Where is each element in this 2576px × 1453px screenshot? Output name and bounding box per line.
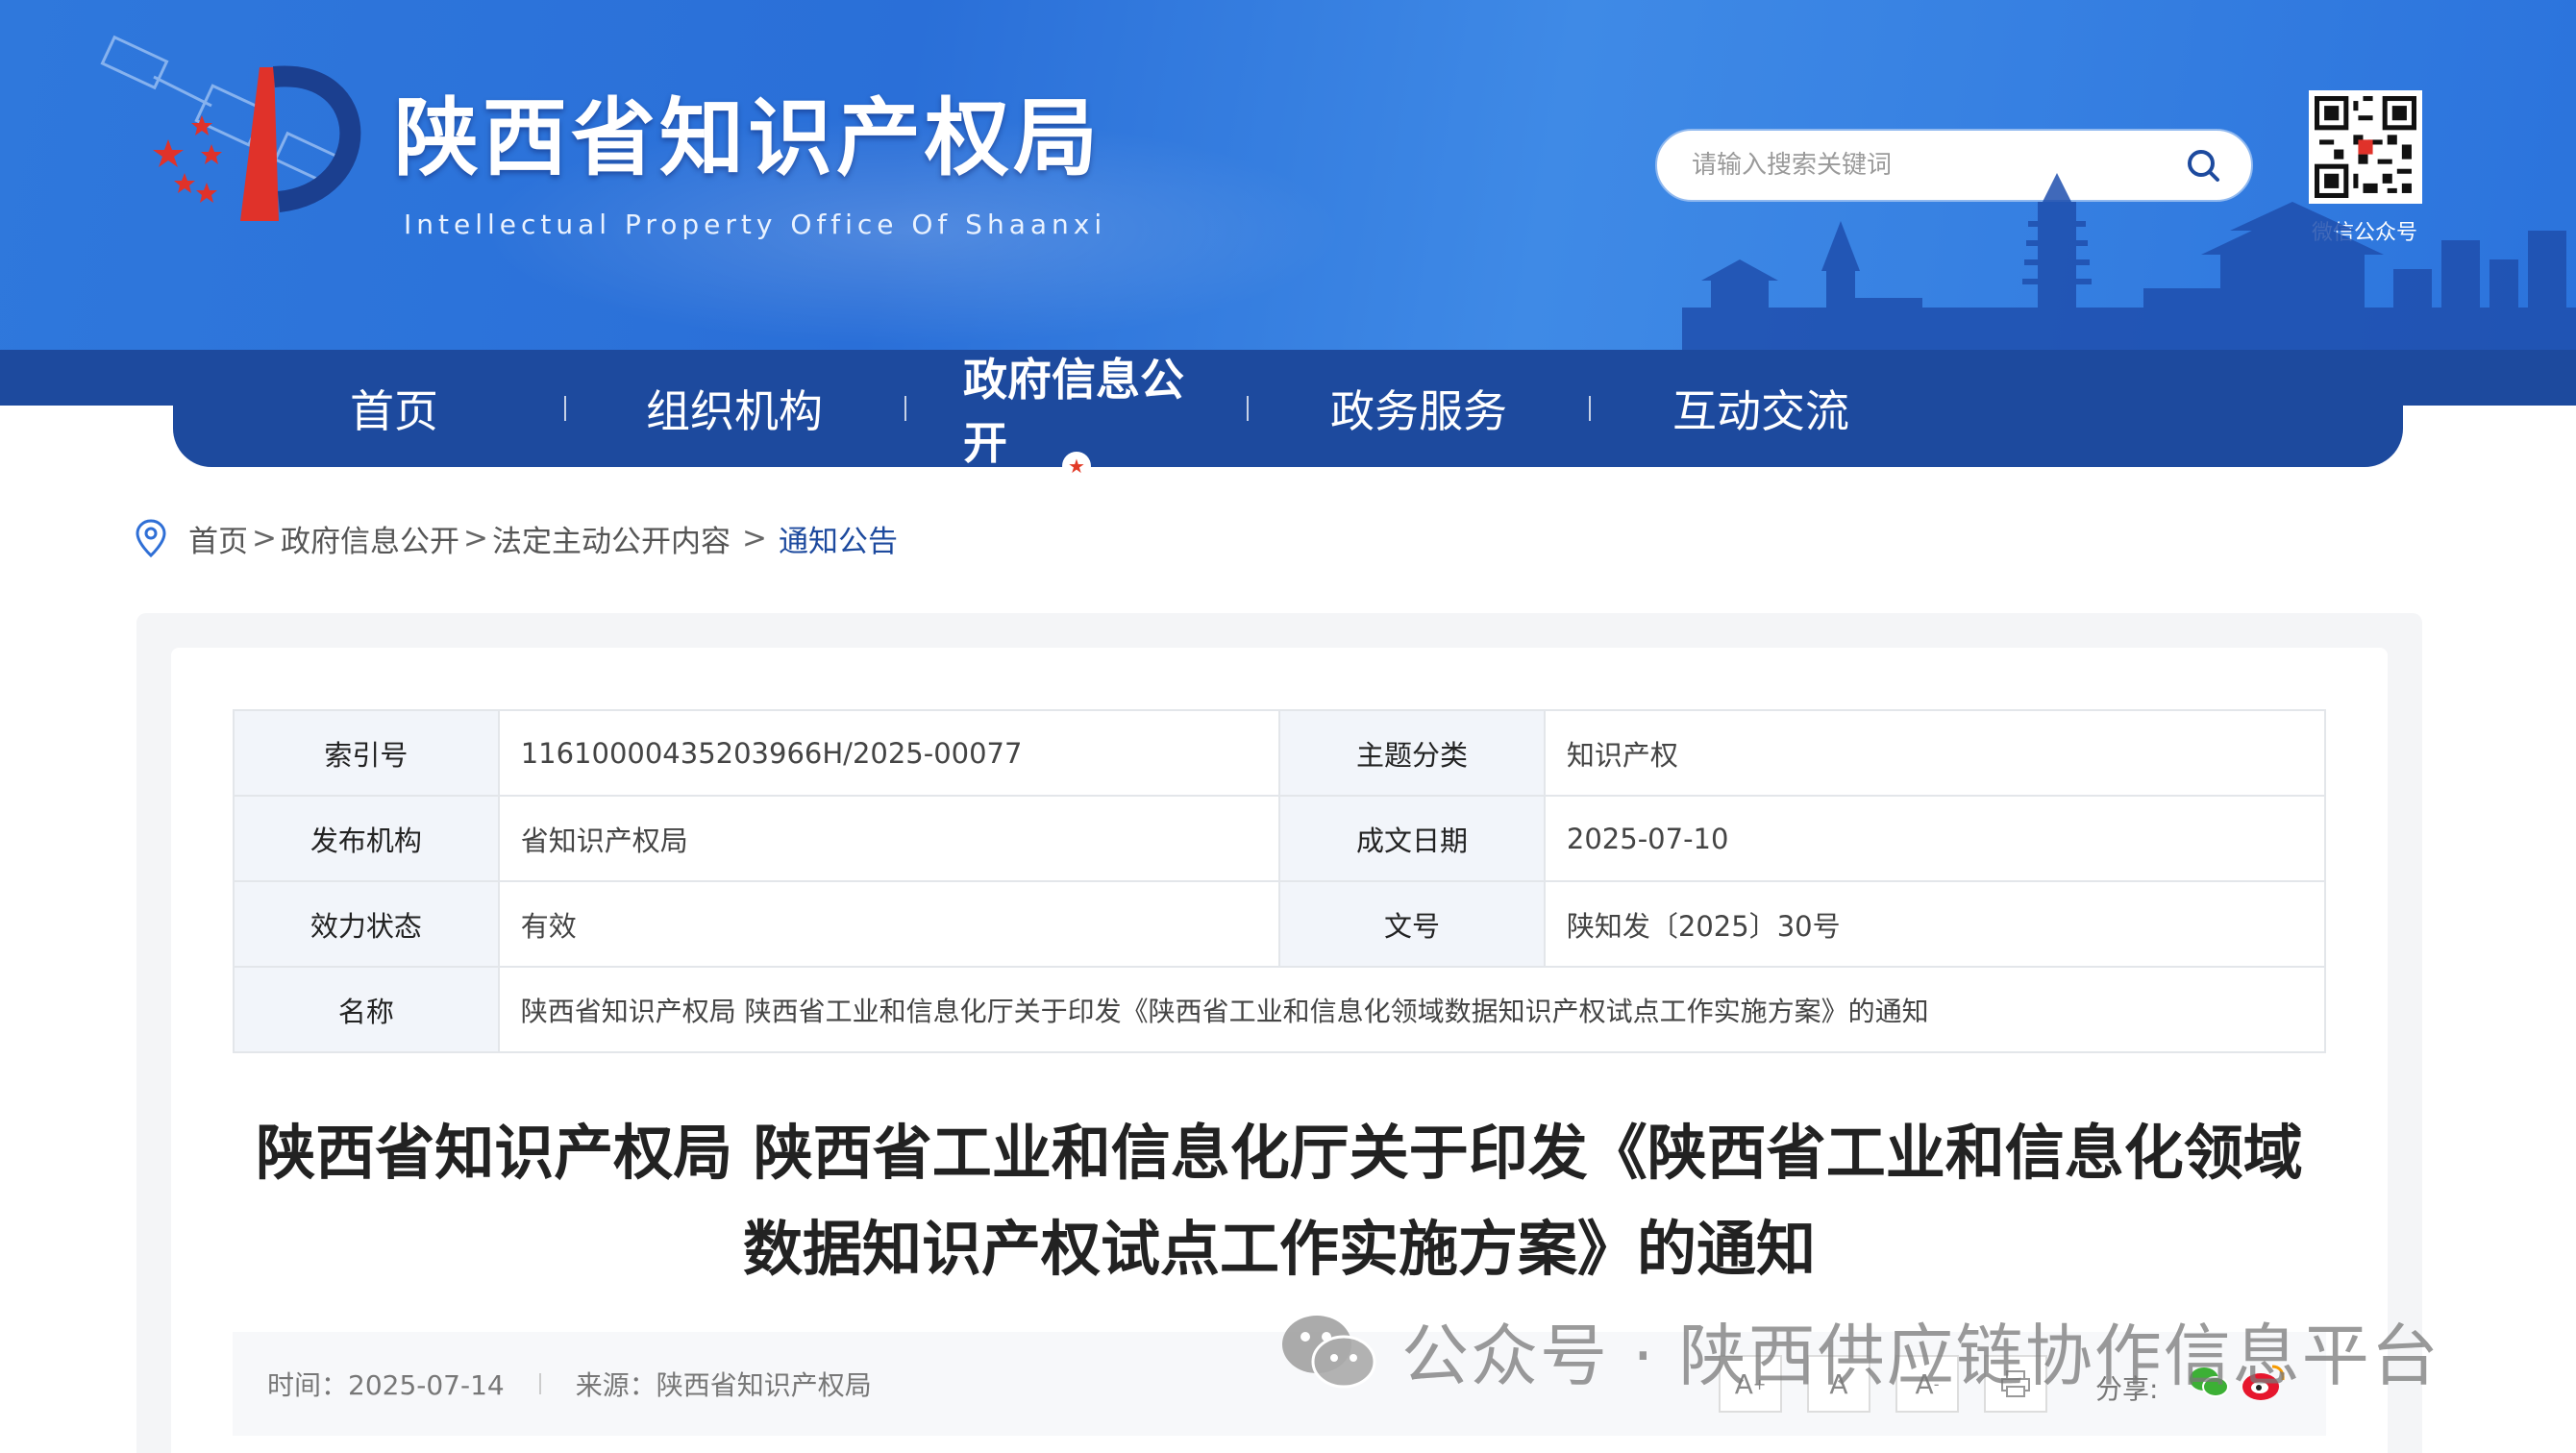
breadcrumb-home[interactable]: 首页 <box>188 517 248 560</box>
nav-item-label: 组织机构 <box>646 385 823 437</box>
table-row: 发布机构 省知识产权局 成文日期 2025-07-10 <box>233 795 2327 882</box>
nav-item-label: 互动交流 <box>1672 385 1849 437</box>
breadcrumb-separator: > <box>252 521 277 555</box>
publisher-label: 发布机构 <box>233 795 500 882</box>
topic-value: 知识产权 <box>1543 709 2327 797</box>
wechat-watermark-icon <box>1282 1316 1376 1389</box>
nav-item-services[interactable]: 政务服务 <box>1305 350 1532 467</box>
breadcrumb-gov-info[interactable]: 政府信息公开 <box>281 517 459 560</box>
index-label: 索引号 <box>233 709 500 797</box>
document-title-line2: 数据知识产权试点工作实施方案》的通知 <box>742 1214 1816 1284</box>
nav-item-label: 政务服务 <box>1330 385 1507 437</box>
nav-item-gov-info[interactable]: 政府信息公开 ★ <box>963 350 1190 480</box>
nav-item-home[interactable]: 首页 <box>279 350 509 467</box>
date-label: 成文日期 <box>1278 795 1546 882</box>
info-separator <box>538 1373 541 1394</box>
main-nav: 首页 组织机构 政府信息公开 ★ 政务服务 互动交流 <box>173 350 2403 480</box>
breadcrumb-separator: > <box>741 521 767 555</box>
status-label: 效力状态 <box>233 880 500 968</box>
breadcrumb-separator: > <box>462 521 488 555</box>
breadcrumb-statutory[interactable]: 法定主动公开内容 <box>492 517 731 560</box>
nav-corner <box>0 406 173 467</box>
site-title: 陕西省知识产权局 <box>394 88 1102 187</box>
document-meta-table: 索引号 11610000435203966H/2025-00077 主题分类 知… <box>233 709 2327 1053</box>
wechat-watermark: 公众号 · 陕西供应链协作信息平台 <box>1278 1307 2440 1395</box>
table-row: 效力状态 有效 文号 陕知发〔2025〕30号 <box>233 880 2327 968</box>
name-value: 陕西省知识产权局 陕西省工业和信息化厅关于印发《陕西省工业和信息化领域数据知识产… <box>497 966 2327 1053</box>
publisher-value: 省知识产权局 <box>497 795 1281 882</box>
table-row: 索引号 11610000435203966H/2025-00077 主题分类 知… <box>233 709 2327 797</box>
site-header: 陕西省知识产权局 Intellectual Property Office Of… <box>0 0 2576 350</box>
location-pin-icon <box>136 519 166 557</box>
status-value: 有效 <box>497 880 1281 968</box>
name-label: 名称 <box>233 966 500 1053</box>
nav-item-interaction[interactable]: 互动交流 <box>1647 350 1874 467</box>
site-subtitle: Intellectual Property Office Of Shaanxi <box>404 209 1107 240</box>
skyline-illustration-icon <box>1682 173 2576 350</box>
nav-separator <box>1532 350 1647 467</box>
document-title: 陕西省知识产权局 陕西省工业和信息化厅关于印发《陕西省工业和信息化领域 数据知识… <box>233 1105 2326 1297</box>
nav-separator <box>1190 350 1305 467</box>
nav-separator <box>509 350 621 467</box>
topic-label: 主题分类 <box>1278 709 1546 797</box>
article-source: 来源：陕西省知识产权局 <box>575 1369 872 1401</box>
breadcrumb: 首页 > 政府信息公开 > 法定主动公开内容 > 通知公告 <box>135 515 898 561</box>
nav-item-label: 首页 <box>350 385 438 437</box>
index-value: 11610000435203966H/2025-00077 <box>497 709 1281 797</box>
site-logo-icon[interactable] <box>96 29 365 250</box>
publish-time: 时间：2025-07-14 <box>267 1369 505 1401</box>
nav-item-organization[interactable]: 组织机构 <box>621 350 848 467</box>
nav-separator <box>848 350 963 467</box>
docno-label: 文号 <box>1278 880 1546 968</box>
watermark-text: 公众号 · 陕西供应链协作信息平台 <box>1401 1316 2440 1395</box>
active-star-icon: ★ <box>1062 452 1091 480</box>
date-value: 2025-07-10 <box>1543 795 2327 882</box>
breadcrumb-current[interactable]: 通知公告 <box>779 517 898 560</box>
table-row: 名称 陕西省知识产权局 陕西省工业和信息化厅关于印发《陕西省工业和信息化领域数据… <box>233 966 2327 1053</box>
document-title-line1: 陕西省知识产权局 陕西省工业和信息化厅关于印发《陕西省工业和信息化领域 <box>256 1118 2303 1188</box>
docno-value: 陕知发〔2025〕30号 <box>1543 880 2327 968</box>
